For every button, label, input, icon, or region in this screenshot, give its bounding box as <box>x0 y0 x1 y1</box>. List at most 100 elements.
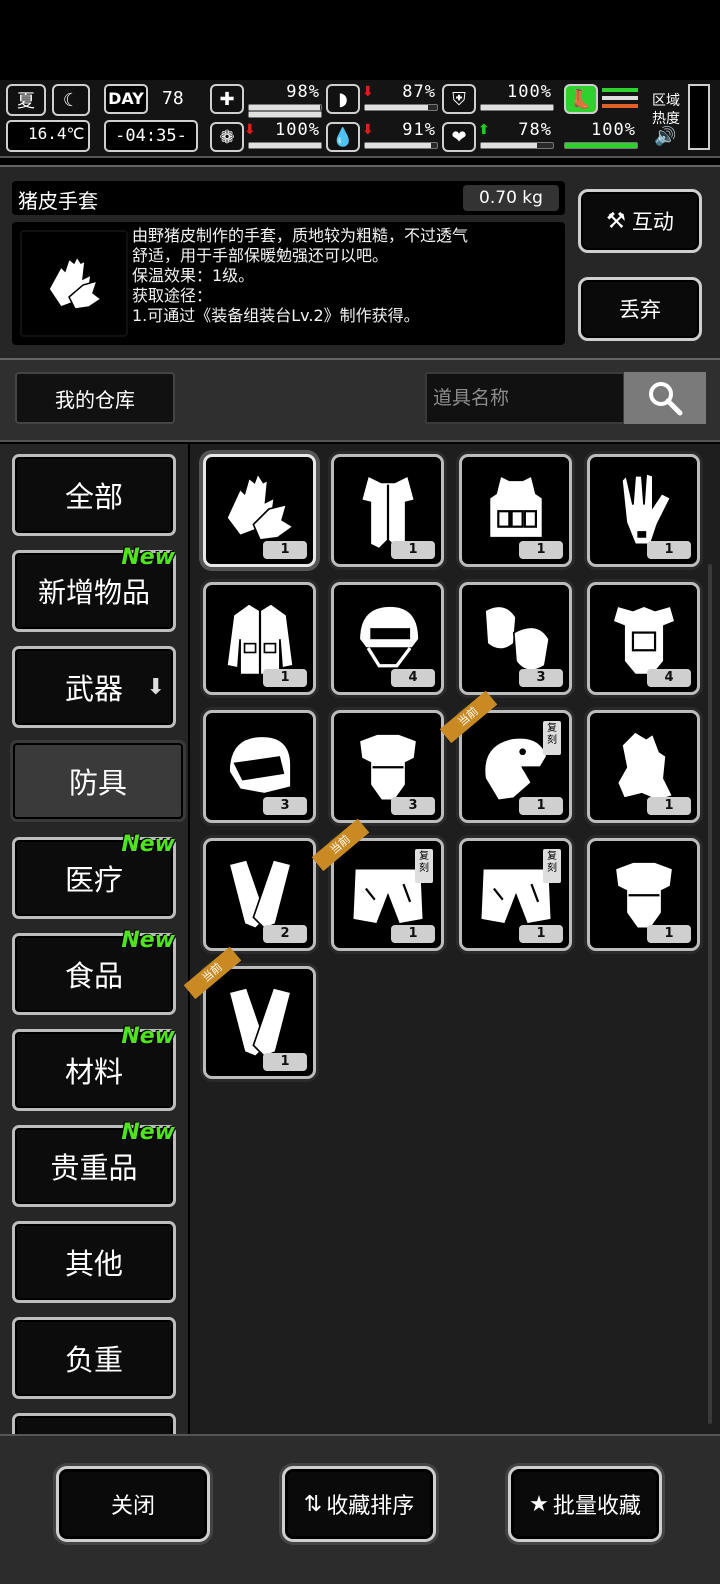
item-quantity: 1 <box>263 541 307 559</box>
category-other[interactable]: 其他 <box>12 1221 176 1303</box>
item-quantity: 3 <box>263 797 307 815</box>
item-slot[interactable]: 1 <box>331 454 444 567</box>
water-drop-icon: 💧 <box>326 122 360 152</box>
brain-icon: ❁ <box>210 122 244 152</box>
batch-label: 批量收藏 <box>552 1494 641 1519</box>
item-description-box: 由野猪皮制作的手套，质地较为粗糙，不过透气 舒适，用于手部保暖勉强还可以吧。 保… <box>12 222 565 345</box>
health-bar-2 <box>248 111 322 118</box>
glove-icon <box>621 472 672 546</box>
category-label: 其他 <box>64 1247 123 1281</box>
new-badge: New <box>121 928 175 953</box>
item-detail-panel: 猪皮手套 0.70 kg 由野猪皮制作的手套，质地较为粗糙，不过透气 舒适，用于… <box>0 165 720 360</box>
speaker-icon[interactable]: 🔊 <box>654 126 676 147</box>
item-slot[interactable]: 1 <box>587 710 700 823</box>
category-all[interactable]: 全部 <box>12 454 176 536</box>
item-slot[interactable]: 1 <box>203 454 316 567</box>
category-label: 贵重品 <box>50 1151 138 1185</box>
item-slot[interactable]: 1 <box>587 454 700 567</box>
new-badge: New <box>121 1120 175 1145</box>
discard-button[interactable]: 丢弃 <box>578 277 702 341</box>
warehouse-bar: 我的仓库 <box>0 360 720 442</box>
item-slot[interactable]: 3 <box>331 710 444 823</box>
replica-tag: 复刻 <box>543 721 561 755</box>
armor-percent: 100% <box>507 82 552 102</box>
category-partial[interactable] <box>12 1413 176 1434</box>
close-button[interactable]: 关闭 <box>56 1466 210 1542</box>
down-arrow-icon: ⬇ <box>146 675 165 700</box>
status-bar: 夏 ☾ 16.4℃ DAY 78 -04:35- ✚ 98% ❁ ⬇ 100% … <box>0 80 720 158</box>
new-badge: New <box>121 545 175 570</box>
category-label: 新增物品 <box>37 576 150 609</box>
interact-label: 互动 <box>631 210 674 234</box>
heart-icon: ❤ <box>442 122 476 152</box>
day-number: 78 <box>162 88 184 109</box>
category-materials[interactable]: 材料 New <box>12 1024 176 1111</box>
item-name: 猪皮手套 <box>18 189 98 213</box>
tactical-vest-icon <box>488 474 544 539</box>
item-quantity: 1 <box>391 925 435 943</box>
knee-pads-icon <box>484 605 551 672</box>
item-search-input[interactable] <box>425 372 625 424</box>
star-icon: ★ <box>529 1491 549 1517</box>
motorcycle-helmet-icon <box>228 735 292 795</box>
moon-icon: ☾ <box>52 84 90 116</box>
item-grid: 1 1 1 1 1 4 3 4 3 3 1 复刻 当前 1 2 1 复刻 当前 1 复刻 1 1 当前 <box>183 444 720 1434</box>
brain-bar <box>248 142 322 149</box>
chest-plate-icon <box>614 861 674 930</box>
category-food[interactable]: 食品 New <box>12 928 176 1015</box>
category-label: 食品 <box>64 959 123 993</box>
replica-tag: 复刻 <box>543 849 561 883</box>
category-weapons[interactable]: 武器 ⬇ <box>12 646 176 728</box>
item-slot[interactable]: 1 <box>203 582 316 695</box>
sort-favorites-button[interactable]: ⇅ 收藏排序 <box>282 1466 436 1542</box>
item-slot[interactable]: 2 <box>203 838 316 951</box>
category-label: 材料 <box>64 1055 123 1089</box>
category-medical[interactable]: 医疗 New <box>12 832 176 919</box>
fur-wrap-icon <box>616 730 674 802</box>
batch-favorite-button[interactable]: ★ 批量收藏 <box>508 1466 662 1542</box>
category-load[interactable]: 负重 <box>12 1317 176 1399</box>
category-label: 医疗 <box>64 863 123 897</box>
stamina-line-1 <box>602 88 638 92</box>
grid-scrollbar[interactable] <box>708 564 712 1424</box>
category-label: 武器 <box>64 672 123 706</box>
brain-percent: 100% <box>275 120 320 140</box>
mood-percent: 78% <box>518 120 552 140</box>
item-slot[interactable]: 4 <box>587 582 700 695</box>
interact-button[interactable]: ⚒ 互动 <box>578 189 702 253</box>
item-slot[interactable]: 3 <box>459 582 572 695</box>
health-bar <box>248 104 322 111</box>
category-label: 全部 <box>64 480 123 514</box>
item-name-bar: 猪皮手套 0.70 kg <box>12 181 565 215</box>
category-armor[interactable]: 防具 <box>10 740 186 822</box>
sort-label: 收藏排序 <box>326 1494 415 1519</box>
item-slot[interactable]: 3 <box>203 710 316 823</box>
bottom-bar: 关闭 ⇅ 收藏排序 ★ 批量收藏 <box>0 1434 720 1584</box>
item-slot[interactable]: 1 <box>459 454 572 567</box>
item-quantity: 1 <box>647 797 691 815</box>
game-clock: -04:35- <box>104 120 198 152</box>
item-quantity: 4 <box>391 669 435 687</box>
jacket-icon <box>225 602 295 676</box>
item-slot[interactable]: 1 <box>587 838 700 951</box>
day-label: DAY <box>104 84 148 114</box>
item-slot[interactable]: 1 复刻 当前 <box>439 690 572 823</box>
new-badge: New <box>121 832 175 857</box>
item-slot[interactable]: 1 复刻 当前 <box>311 818 444 951</box>
my-warehouse-tab[interactable]: 我的仓库 <box>15 372 175 424</box>
item-quantity: 3 <box>391 797 435 815</box>
item-slot[interactable]: 4 <box>331 582 444 695</box>
search-button[interactable] <box>624 372 706 424</box>
item-thumbnail <box>20 230 128 337</box>
temperature-display: 16.4℃ <box>6 120 90 152</box>
stomach-percent: 87% <box>402 82 436 102</box>
category-new-items[interactable]: 新增物品 New <box>12 545 176 632</box>
category-valuables[interactable]: 贵重品 New <box>12 1120 176 1207</box>
item-slot[interactable]: 1 当前 <box>183 946 316 1079</box>
pigskin-gloves-icon <box>48 255 103 310</box>
item-slot[interactable]: 1 复刻 <box>459 838 572 951</box>
thirst-percent: 91% <box>402 120 436 140</box>
item-quantity: 1 <box>263 1053 307 1071</box>
armor-icon: ⛨ <box>442 84 476 114</box>
pigskin-gloves-icon <box>225 471 295 541</box>
